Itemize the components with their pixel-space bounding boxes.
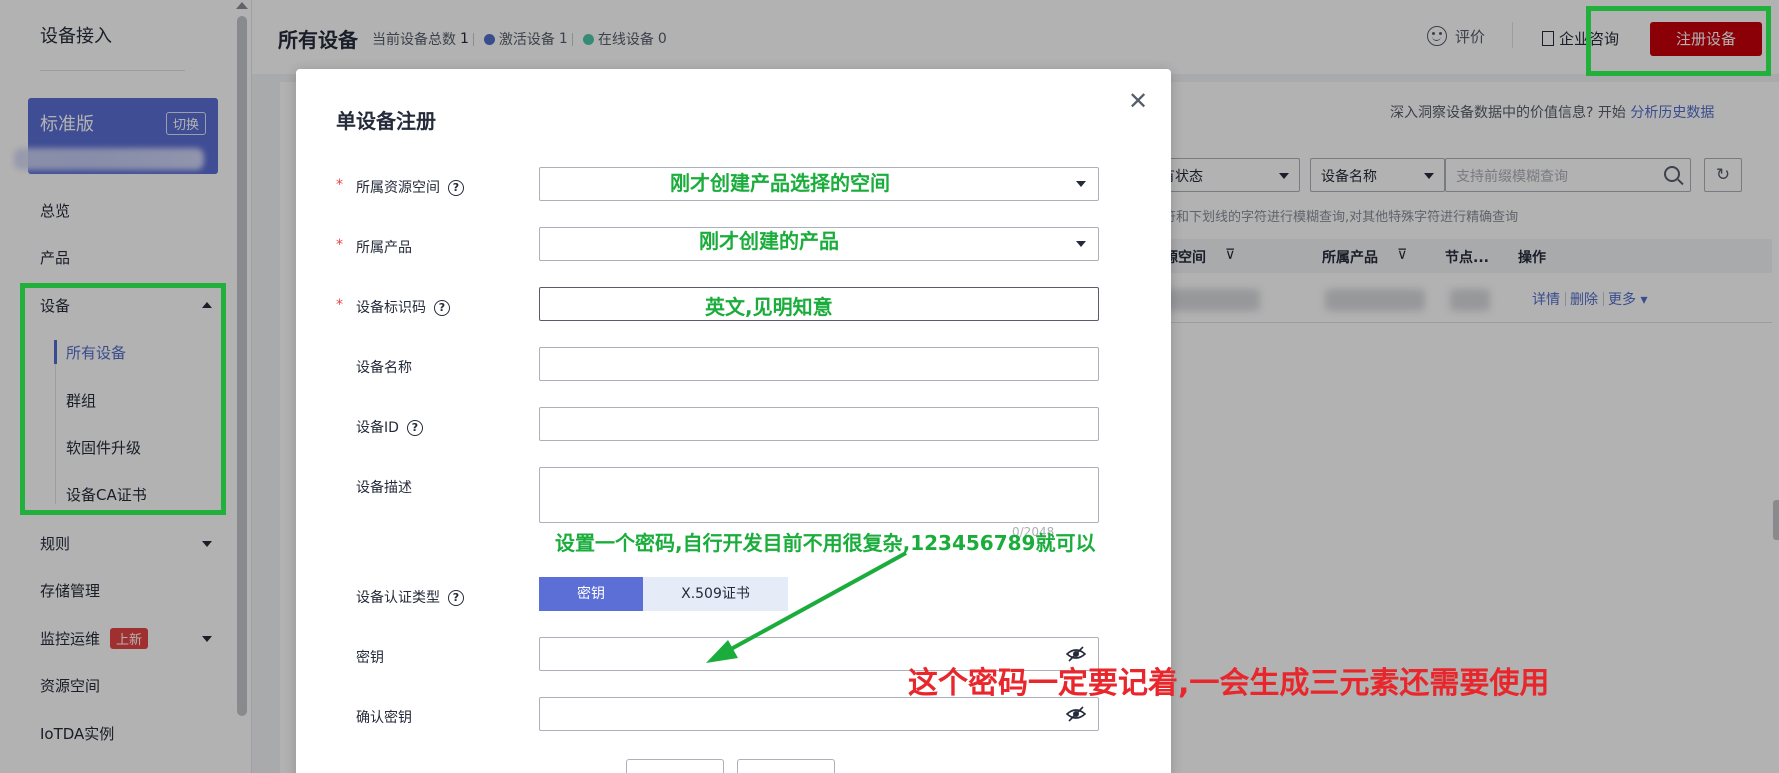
- annotation-remember: 这个密码一定要记着,一会生成三元素还需要使用: [908, 666, 1550, 701]
